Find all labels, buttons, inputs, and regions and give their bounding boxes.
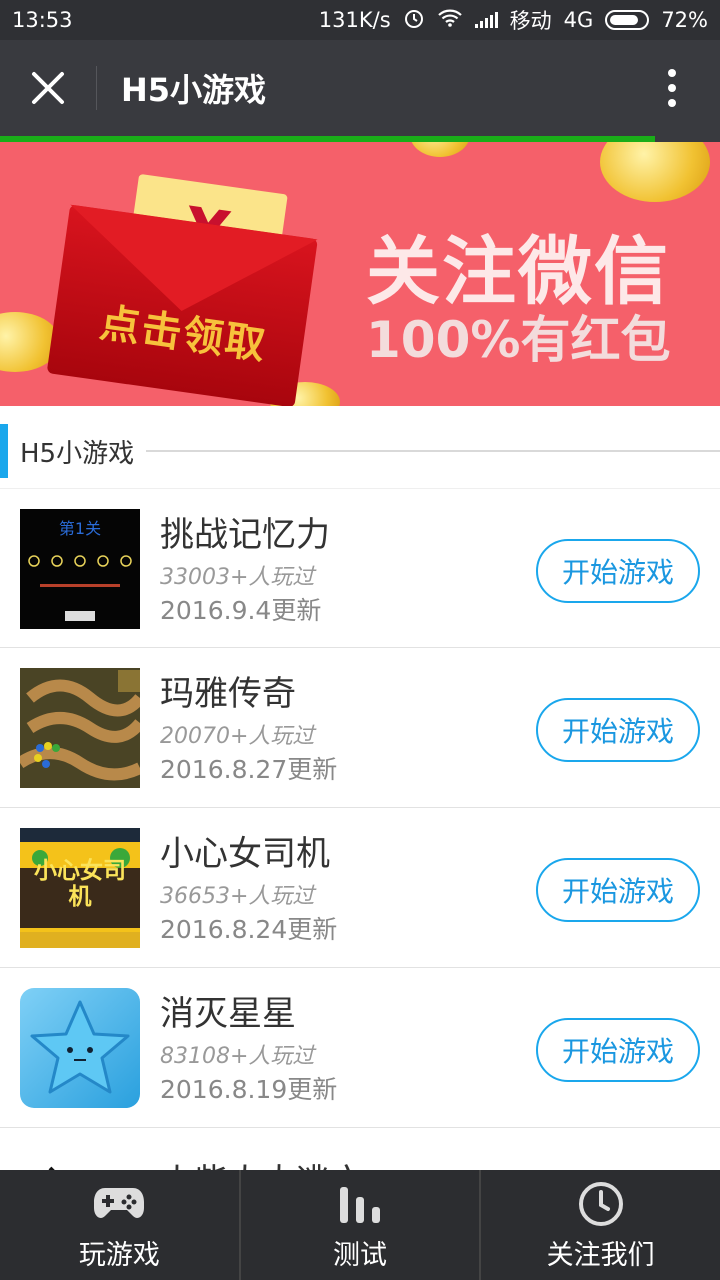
game-name: 消灭星星 <box>160 994 296 1034</box>
update-date: 2016.8.19更新 <box>160 1075 338 1104</box>
status-time: 13:53 <box>12 8 73 32</box>
bottom-nav: 玩游戏 测试 关注我们 <box>0 1170 720 1280</box>
update-date: 2016.8.27更新 <box>160 755 338 784</box>
start-game-button[interactable]: 开始游戏 <box>536 539 700 603</box>
clock-icon <box>578 1179 624 1229</box>
play-count: 83108+人玩过 <box>160 1044 315 1069</box>
nav-label: 玩游戏 <box>78 1239 160 1271</box>
network-speed: 131K/s <box>318 8 391 32</box>
coin-decoration <box>600 142 710 202</box>
nav-label: 关注我们 <box>546 1239 655 1271</box>
more-button[interactable] <box>624 40 720 136</box>
section-accent-bar <box>0 424 8 478</box>
signal-icon <box>474 12 498 28</box>
page-title: H5小游戏 <box>121 71 267 109</box>
update-date: 2016.8.24更新 <box>160 915 338 944</box>
alarm-icon <box>403 7 425 34</box>
play-count: 36653+人玩过 <box>160 884 315 909</box>
list-item[interactable]: 第1关 挑战记忆力 33003+人玩过 2016.9.4更新 开始游戏 <box>0 488 720 648</box>
section-title: H5小游戏 <box>20 438 135 469</box>
bar-chart-icon <box>338 1179 382 1229</box>
game-name: 挑战记忆力 <box>160 515 330 555</box>
game-thumbnail <box>20 668 140 788</box>
title-bar: H5小游戏 <box>0 40 720 136</box>
wifi-icon <box>437 8 463 33</box>
game-thumbnail: 小心女司机 <box>20 828 140 948</box>
nav-item-play-games[interactable]: 玩游戏 <box>0 1170 241 1280</box>
status-right: 131K/s 移动 4G 72% <box>319 5 708 35</box>
section-header: H5小游戏 <box>0 424 720 478</box>
close-icon <box>32 72 64 104</box>
nav-item-follow-us[interactable]: 关注我们 <box>481 1170 720 1280</box>
nav-label: 测试 <box>333 1239 387 1271</box>
page: 13:53 131K/s 移动 4G 72% H5小游戏 点击领取 关注微信 1… <box>0 0 720 1280</box>
start-game-button[interactable]: 开始游戏 <box>536 1018 700 1082</box>
update-date: 2016.9.4更新 <box>160 596 322 625</box>
game-name: 玛雅传奇 <box>160 674 296 714</box>
red-envelope-image: ¥ 点击领取 <box>46 165 334 406</box>
play-count: 33003+人玩过 <box>160 565 315 590</box>
close-button[interactable] <box>0 40 96 136</box>
status-bar: 13:53 131K/s 移动 4G 72% <box>0 0 720 40</box>
thumbnail-caption: 小心女司机 <box>34 858 126 910</box>
battery-icon <box>605 10 650 30</box>
start-game-button[interactable]: 开始游戏 <box>536 698 700 762</box>
game-name: 小心女司机 <box>160 834 330 874</box>
play-count: 20070+人玩过 <box>160 724 315 749</box>
list-item[interactable]: 消灭星星 83108+人玩过 2016.8.19更新 开始游戏 <box>0 968 720 1128</box>
list-item[interactable]: 小心女司机 小心女司机 36653+人玩过 2016.8.24更新 开始游戏 <box>0 808 720 968</box>
start-game-button[interactable]: 开始游戏 <box>536 858 700 922</box>
section-divider <box>146 450 720 452</box>
carrier-label: 移动 <box>509 9 552 33</box>
battery-level: 72% <box>661 8 708 32</box>
more-vertical-icon <box>668 69 676 107</box>
gamepad-icon <box>93 1179 145 1229</box>
game-thumbnail: 第1关 <box>20 509 140 629</box>
network-type: 4G <box>563 8 594 32</box>
nav-item-test[interactable]: 测试 <box>241 1170 482 1280</box>
promo-banner[interactable]: ¥ 点击领取 关注微信 100%有红包 <box>0 142 720 406</box>
game-thumbnail <box>20 988 140 1108</box>
game-list: 第1关 挑战记忆力 33003+人玩过 2016.9.4更新 开始游戏 玛雅传奇… <box>0 488 720 1280</box>
banner-subline: 100%有红包 <box>366 311 671 369</box>
list-item[interactable]: 玛雅传奇 20070+人玩过 2016.8.27更新 开始游戏 <box>0 648 720 808</box>
coin-decoration <box>410 142 470 157</box>
